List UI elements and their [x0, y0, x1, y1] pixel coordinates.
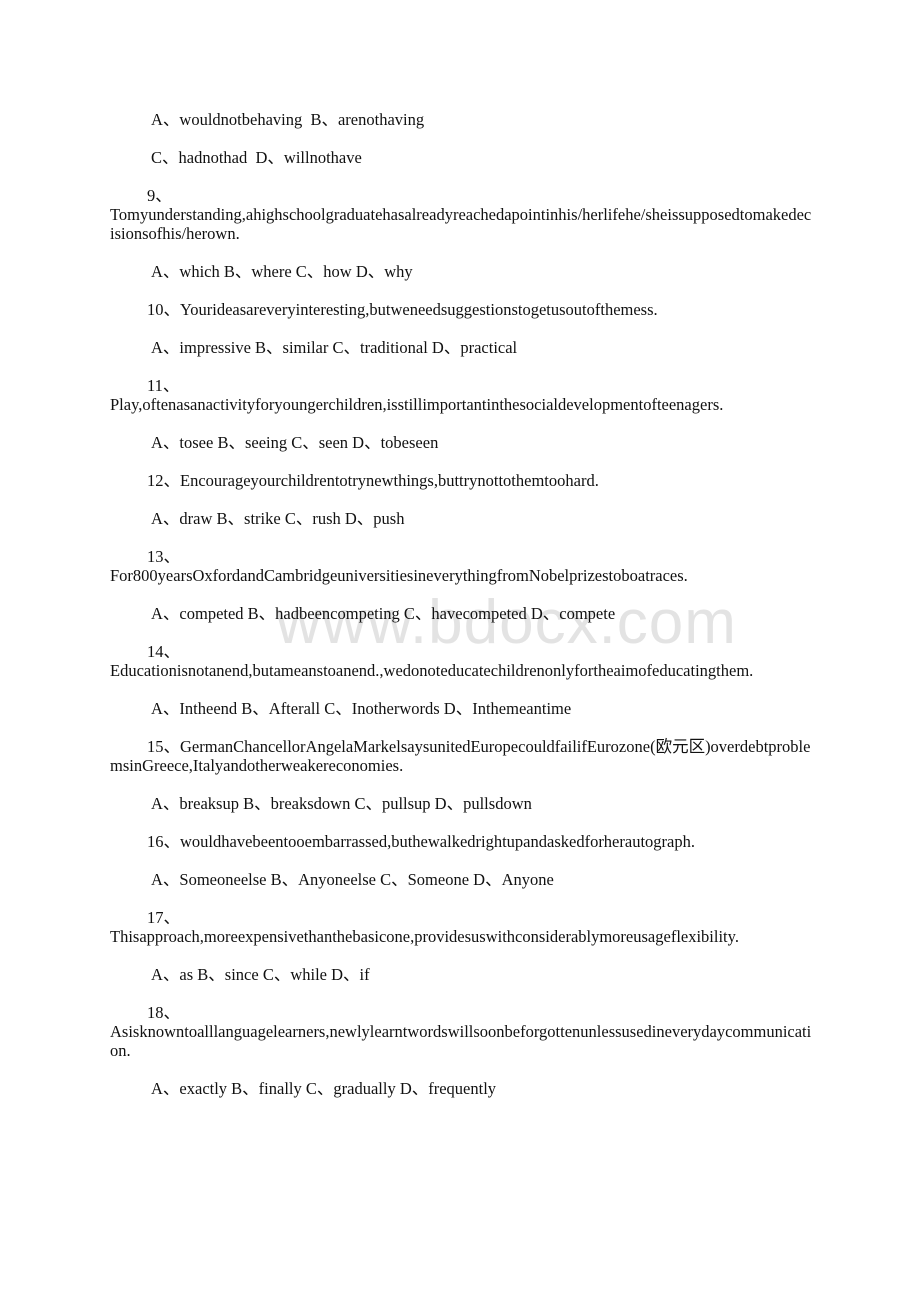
- question-16: 16、wouldhavebeentooembarrassed,buthewalk…: [110, 832, 812, 870]
- question-number: 11、: [147, 376, 180, 395]
- question-number: 18、: [147, 1003, 180, 1022]
- question-text: Thisapproach,moreexpensivethanthebasicon…: [110, 927, 739, 946]
- question-18: 18、 Asisknowntoalllanguagelearners,newly…: [0, 1003, 920, 1060]
- question-text: Educationisnotanend,butameanstoanend.,we…: [110, 661, 754, 680]
- answer-options: A、exactly B、finally C、gradually D、freque…: [151, 1079, 497, 1098]
- answer-options: A、tosee B、seeing C、seen D、tobeseen: [151, 433, 439, 452]
- question-13: 13、 For800yearsOxfordandCambridgeunivers…: [0, 547, 920, 585]
- question-number: 15、: [147, 737, 180, 756]
- answer-options: A、impressive B、similar C、traditional D、p…: [151, 338, 518, 357]
- answer-options: A、Intheend B、Afterall C、Inotherwords D、I…: [151, 699, 572, 718]
- question-number: 17、: [147, 908, 180, 927]
- answer-options: C、hadnothad D、willnothave: [151, 148, 362, 167]
- answer-options: A、wouldnotbehaving B、arenothaving: [151, 110, 425, 129]
- question-text: Tomyunderstanding,ahighschoolgraduatehas…: [110, 205, 812, 243]
- question-15: 15、GermanChancellorAngelaMarkelsaysunite…: [110, 737, 812, 775]
- answer-options: A、which B、where C、how D、why: [151, 262, 413, 281]
- answer-options: A、draw B、strike C、rush D、push: [151, 509, 405, 528]
- question-9: 9、 Tomyunderstanding,ahighschoolgraduate…: [0, 186, 920, 243]
- question-text: wouldhavebeentooembarrassed,buthewalkedr…: [180, 832, 695, 851]
- question-17: 17、 Thisapproach,moreexpensivethanthebas…: [0, 908, 920, 946]
- question-number: 14、: [147, 642, 180, 661]
- answer-options: A、breaksup B、breaksdown C、pullsup D、pull…: [151, 794, 532, 813]
- question-text: Yourideasareveryinteresting,butweneedsug…: [180, 300, 658, 319]
- question-14: 14、 Educationisnotanend,butameanstoanend…: [0, 642, 920, 680]
- question-text: Asisknowntoalllanguagelearners,newlylear…: [110, 1022, 812, 1060]
- question-10: 10、Yourideasareveryinteresting,butweneed…: [110, 300, 812, 338]
- question-number: 9、: [147, 186, 172, 205]
- question-12: 12、Encourageyourchildrentotrynewthings,b…: [110, 471, 812, 509]
- question-text: Encourageyourchildrentotrynewthings,butt…: [180, 471, 599, 490]
- document-content: A、wouldnotbehaving B、arenothaving C、hadn…: [110, 110, 812, 1117]
- answer-options: A、competed B、hadbeencompeting C、havecomp…: [151, 604, 616, 623]
- answer-options: A、Someoneelse B、Anyoneelse C、Someone D、A…: [151, 870, 554, 889]
- document-page: www.bdocx.com A、wouldnotbehaving B、areno…: [0, 0, 920, 1302]
- question-11: 11、 Play,oftenasanactivityforyoungerchil…: [0, 376, 920, 414]
- question-text: Play,oftenasanactivityforyoungerchildren…: [110, 395, 724, 414]
- question-number: 12、: [147, 471, 180, 490]
- question-text: For800yearsOxfordandCambridgeuniversitie…: [110, 566, 688, 585]
- question-number: 10、: [147, 300, 180, 319]
- question-number: 16、: [147, 832, 180, 851]
- question-text: GermanChancellorAngelaMarkelsaysunitedEu…: [110, 737, 811, 775]
- answer-options: A、as B、since C、while D、if: [151, 965, 370, 984]
- question-number: 13、: [147, 547, 180, 566]
